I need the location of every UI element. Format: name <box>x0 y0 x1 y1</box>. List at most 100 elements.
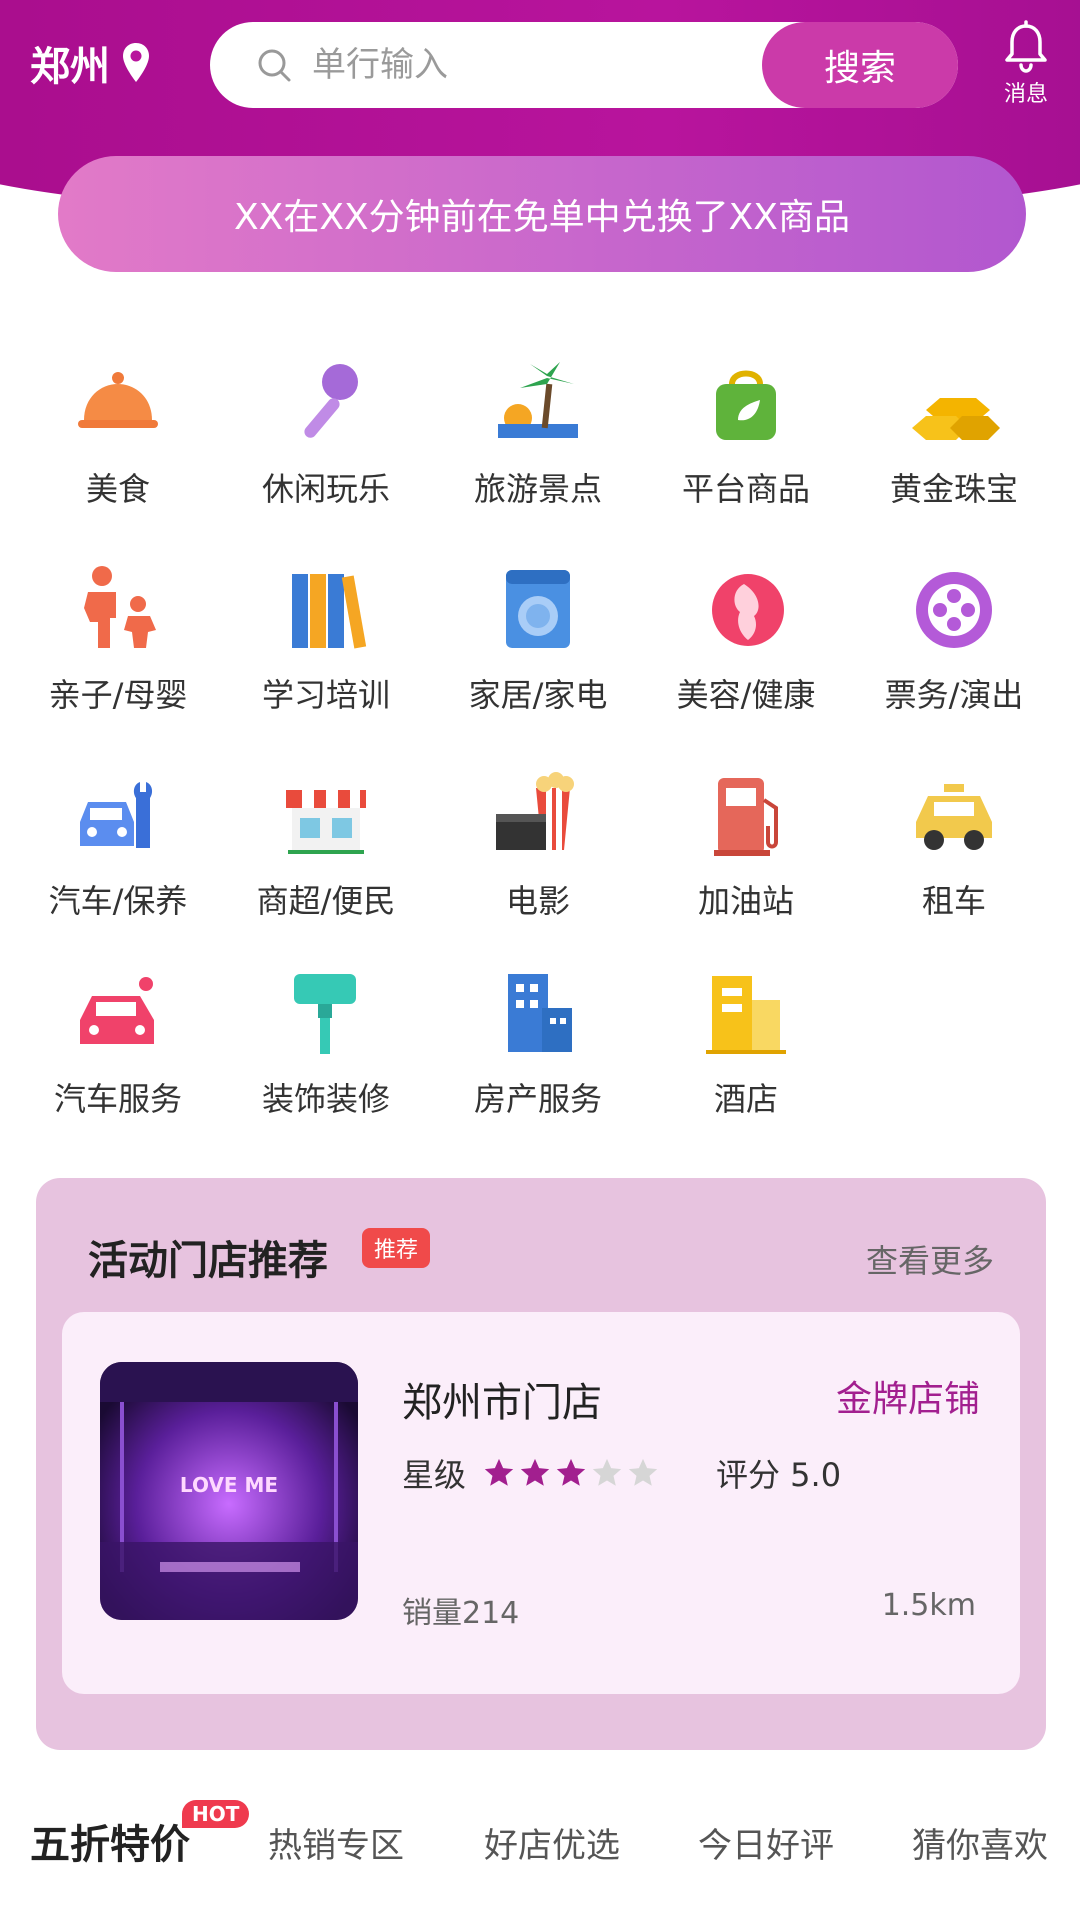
beauty-face-icon <box>712 574 784 646</box>
category-label: 汽车/保养 <box>48 882 188 920</box>
city-label: 郑州 <box>30 44 110 90</box>
category-tickets-shows[interactable]: 票务/演出 <box>846 560 1062 750</box>
tab-good-stores[interactable]: 好店优选 <box>484 1818 620 1867</box>
category-car-service[interactable]: 汽车服务 <box>10 964 226 1154</box>
category-training[interactable]: 学习培训 <box>218 560 434 750</box>
category-leisure[interactable]: 休闲玩乐 <box>218 354 434 544</box>
store-card[interactable]: LOVE ME 郑州市门店 金牌店铺 星级 评分 5.0 销量214 1.5km <box>62 1312 1020 1694</box>
gold-bars-icon <box>912 398 1000 440</box>
score-text: 评分 5.0 <box>716 1456 842 1494</box>
bell-icon <box>1005 20 1047 73</box>
category-real-estate[interactable]: 房产服务 <box>430 964 646 1154</box>
recommend-badge: 推荐 <box>362 1228 431 1268</box>
film-reel-icon <box>916 572 992 648</box>
cinema-popcorn-icon <box>496 772 574 850</box>
tab-label: 热销专区 <box>268 1826 404 1866</box>
category-label: 旅游景点 <box>473 470 602 508</box>
gold-store-badge: 金牌店铺 <box>835 1379 980 1420</box>
category-platform-goods[interactable]: 平台商品 <box>638 354 854 544</box>
washing-machine-icon <box>506 570 570 648</box>
store-name: 郑州市门店 <box>402 1380 602 1426</box>
tab-today-reviews[interactable]: 今日好评 <box>698 1818 834 1867</box>
tab-half-price[interactable]: 五折特价 HOT <box>30 1800 250 1870</box>
search-bar: 搜索 <box>210 22 958 108</box>
store-image: LOVE ME <box>100 1362 358 1620</box>
category-label: 美容/健康 <box>676 676 816 714</box>
location-pin-icon <box>123 43 149 82</box>
star-rating-row: 星级 <box>402 1450 662 1496</box>
notice-text: XX在XX分钟前在免单中兑换了XX商品 <box>234 197 850 238</box>
section-title: 活动门店推荐 <box>88 1238 328 1284</box>
gas-pump-icon <box>714 778 778 856</box>
tab-label: 五折特价 <box>30 1822 190 1868</box>
category-label: 商超/便民 <box>256 882 396 920</box>
category-label: 学习培训 <box>261 676 390 714</box>
category-movie[interactable]: 电影 <box>430 766 646 956</box>
star-rating <box>482 1456 662 1490</box>
paint-roller-icon <box>294 974 356 1054</box>
category-label: 电影 <box>505 882 570 920</box>
tab-label: 猜你喜欢 <box>912 1826 1048 1866</box>
books-icon <box>292 574 367 649</box>
tab-label: 今日好评 <box>698 1826 834 1866</box>
category-label: 房产服务 <box>473 1080 602 1118</box>
star-filled-icon <box>520 1458 550 1486</box>
neon-room-photo: LOVE ME <box>100 1362 358 1620</box>
search-button[interactable]: 搜索 <box>762 22 958 108</box>
star-empty-icon <box>628 1458 658 1486</box>
category-car-maintenance[interactable]: 汽车/保养 <box>10 766 226 956</box>
category-tourism[interactable]: 旅游景点 <box>430 354 646 544</box>
sales-count: 销量214 <box>402 1596 520 1631</box>
category-hotel[interactable]: 酒店 <box>638 964 854 1154</box>
food-cloche-icon <box>78 372 158 428</box>
tab-guess-you-like[interactable]: 猜你喜欢 <box>912 1818 1048 1867</box>
messages-label: 消息 <box>1003 82 1048 107</box>
hot-badge: HOT <box>182 1800 250 1828</box>
tab-hot-sale[interactable]: 热销专区 <box>268 1818 404 1867</box>
category-home-appliance[interactable]: 家居/家电 <box>430 560 646 750</box>
header: 郑州 搜索 消息 XX在XX分钟前在免单中兑换了XX商品 <box>0 0 1080 300</box>
category-label: 票务/演出 <box>884 676 1024 714</box>
bottom-tab-bar: 五折特价 HOT 热销专区 好店优选 今日好评 猜你喜欢 <box>0 1800 1080 1900</box>
microphone-icon <box>304 364 358 438</box>
exchange-notice-banner[interactable]: XX在XX分钟前在免单中兑换了XX商品 <box>58 156 1026 272</box>
star-filled-icon <box>484 1458 514 1486</box>
star-filled-icon <box>556 1458 586 1486</box>
category-gold-jewelry[interactable]: 黄金珠宝 <box>846 354 1062 544</box>
category-label: 美食 <box>85 470 150 508</box>
search-icon <box>258 49 291 82</box>
messages-button[interactable]: 消息 <box>988 20 1064 108</box>
tab-label: 好店优选 <box>484 1826 620 1866</box>
category-beauty-health[interactable]: 美容/健康 <box>638 560 854 750</box>
category-label: 加油站 <box>697 882 794 920</box>
view-more-link[interactable]: 查看更多 <box>866 1236 994 1282</box>
parent-child-icon <box>84 566 156 648</box>
category-car-rental[interactable]: 租车 <box>846 766 1062 956</box>
category-label: 家居/家电 <box>468 676 608 714</box>
activity-store-section: 活动门店推荐 推荐 查看更多 LOVE ME 郑州市门店 金牌店铺 星级 评分 … <box>36 1178 1046 1750</box>
category-decoration[interactable]: 装饰装修 <box>218 964 434 1154</box>
city-selector[interactable]: 郑州 <box>30 34 152 92</box>
shopping-bag-icon <box>716 370 776 440</box>
taxi-icon <box>916 784 992 850</box>
neon-sign-text: LOVE ME <box>180 1473 278 1497</box>
store-front-icon <box>286 790 366 854</box>
category-label: 亲子/母婴 <box>48 676 188 714</box>
category-gas-station[interactable]: 加油站 <box>638 766 854 956</box>
distance-text: 1.5km <box>881 1588 976 1623</box>
palm-tree-icon <box>498 362 578 438</box>
category-supermarket[interactable]: 商超/便民 <box>218 766 434 956</box>
category-food[interactable]: 美食 <box>10 354 226 544</box>
category-label: 休闲玩乐 <box>261 470 390 508</box>
category-label: 租车 <box>921 882 986 920</box>
search-input[interactable] <box>312 45 732 85</box>
star-label: 星级 <box>402 1456 467 1494</box>
category-parent-child[interactable]: 亲子/母婴 <box>10 560 226 750</box>
category-label: 酒店 <box>713 1080 778 1118</box>
building-icon <box>508 974 572 1052</box>
category-label: 平台商品 <box>681 470 810 508</box>
star-empty-icon <box>592 1458 622 1486</box>
category-label: 装饰装修 <box>261 1080 390 1118</box>
hotel-icon <box>706 976 786 1054</box>
category-label: 黄金珠宝 <box>889 470 1018 508</box>
